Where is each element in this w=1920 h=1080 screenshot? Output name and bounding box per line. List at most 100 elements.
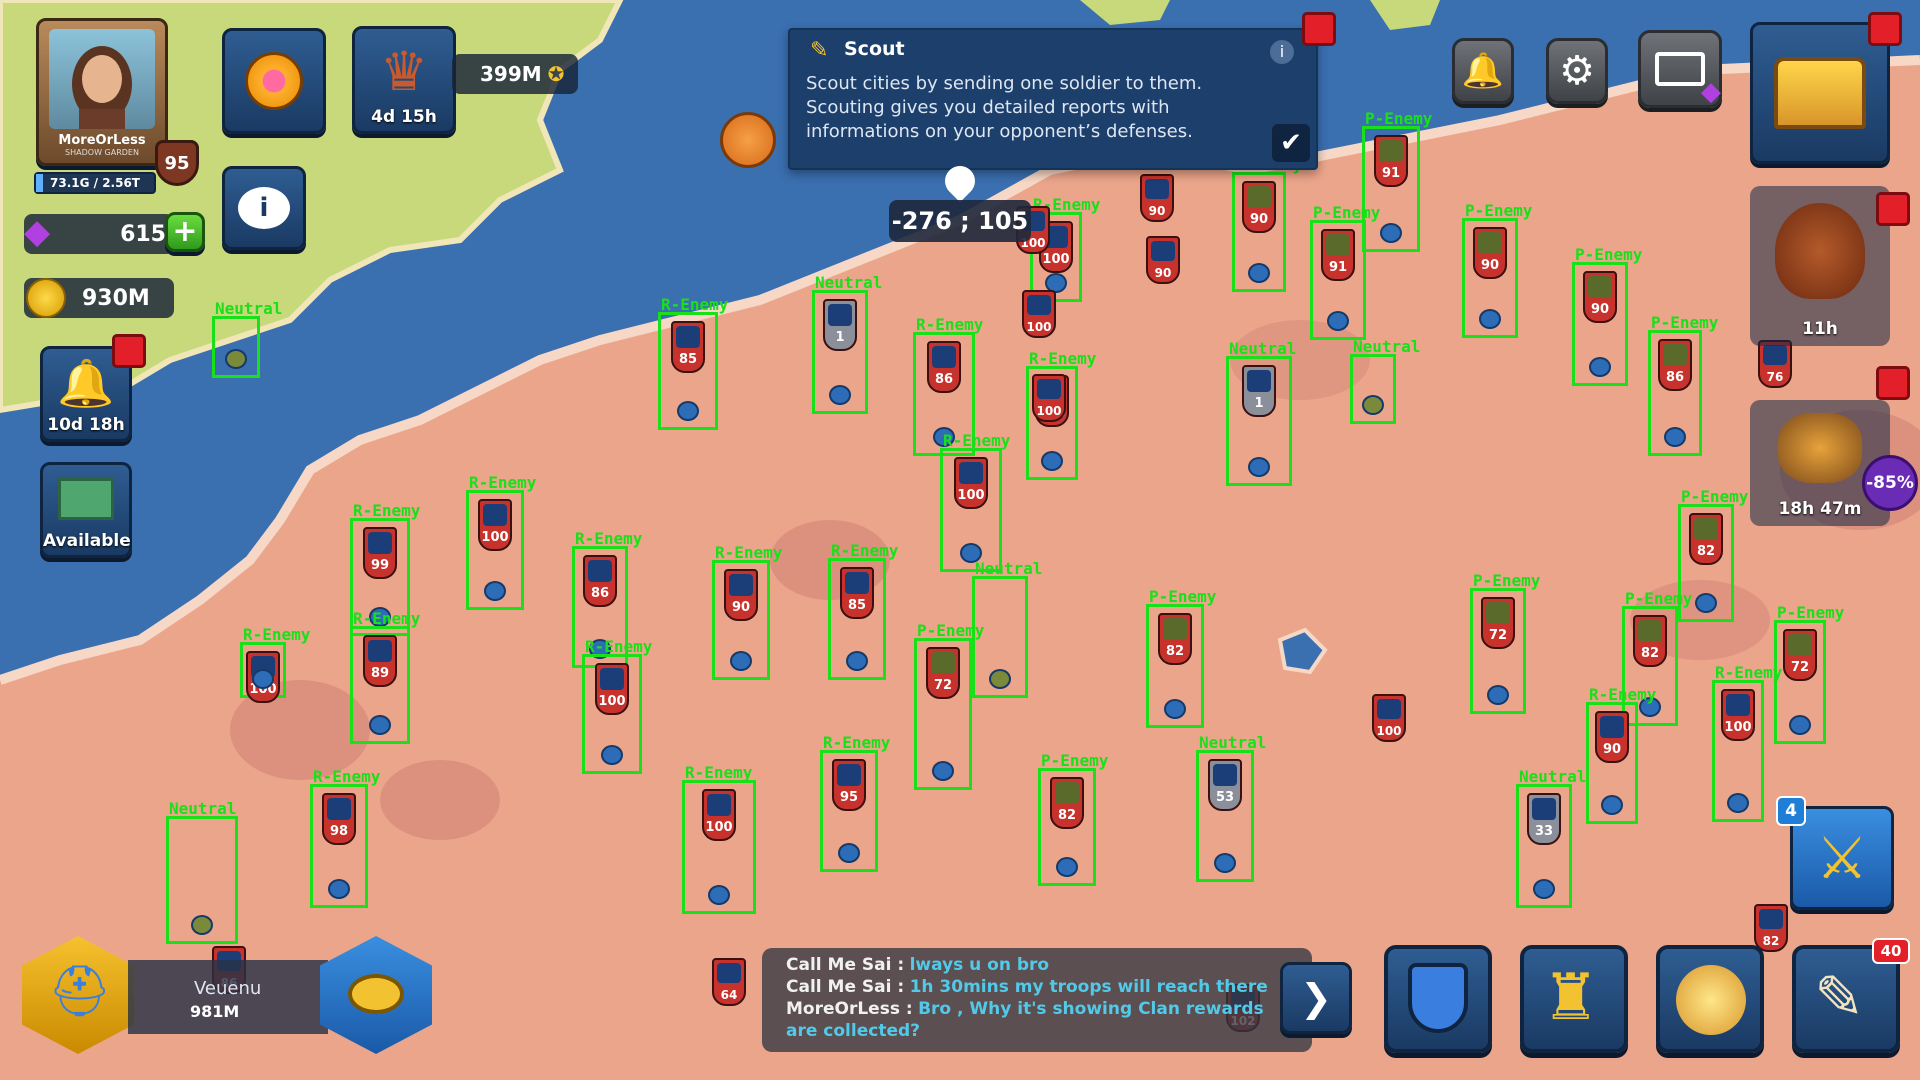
map-unit-box[interactable]: R-Enemy100 bbox=[466, 473, 536, 610]
soldier-icon bbox=[1601, 795, 1623, 815]
city-level: 100 bbox=[1036, 404, 1062, 418]
map-unit-box[interactable]: R-Enemy 98 bbox=[310, 767, 380, 908]
player-avatar-button[interactable]: MoreOrLess SHADOW GARDEN bbox=[36, 18, 168, 166]
map-unit-box[interactable]: R-Enemy 90 bbox=[1586, 685, 1656, 824]
map-unit-box[interactable]: P-Enemy 91 bbox=[1310, 203, 1380, 340]
kingdom-button[interactable]: ♜ bbox=[1520, 945, 1628, 1053]
city-level: 82 bbox=[1696, 544, 1716, 559]
notifications-button[interactable]: 🔔 bbox=[1452, 38, 1514, 104]
map-unit-box[interactable]: P-Enemy 72 bbox=[914, 621, 984, 790]
map-unit-box[interactable]: P-Enemy 82 bbox=[1038, 751, 1108, 886]
city-level: 33 bbox=[1534, 824, 1554, 839]
tooltip-body: Scout cities by sending one soldier to t… bbox=[806, 73, 1203, 142]
tooltip-info-icon[interactable]: i bbox=[1270, 40, 1294, 64]
unit-detection-label: R-Enemy bbox=[1029, 349, 1097, 368]
map-unit-box[interactable]: R-Enemy 89 bbox=[350, 609, 420, 744]
eagle-crest-icon bbox=[1213, 764, 1237, 786]
city-banner[interactable]: 90 bbox=[1146, 236, 1180, 284]
map-unit-box[interactable]: Neutral 1 bbox=[1226, 339, 1296, 486]
helmet-icon: ⛑ bbox=[48, 962, 112, 1020]
achievements-button[interactable] bbox=[222, 28, 326, 134]
map-unit-box[interactable]: R-Enemy100 bbox=[682, 763, 756, 914]
map-unit-box[interactable]: P-Enemy 86 bbox=[1648, 313, 1718, 456]
city-banner: 85 bbox=[671, 321, 705, 373]
city-banner: 95 bbox=[832, 759, 866, 811]
settings-button[interactable]: ⚙ bbox=[1546, 38, 1608, 104]
map-unit-box[interactable]: Neutral 33 bbox=[1516, 767, 1586, 908]
trophy-points: 399M ✪ bbox=[452, 54, 578, 94]
eagle-crest-icon bbox=[1726, 694, 1750, 716]
unit-detection-label: R-Enemy bbox=[916, 315, 984, 334]
soldier-icon bbox=[1695, 593, 1717, 613]
map-unit-box[interactable]: R-Enemy 90 bbox=[712, 543, 782, 680]
map-unit-box[interactable]: Neutral 1 bbox=[812, 273, 882, 414]
city-level: 82 bbox=[1762, 934, 1780, 948]
city-banner: 90 bbox=[1242, 181, 1276, 233]
expand-chat-button[interactable]: ❯ bbox=[1280, 962, 1352, 1034]
map-unit-box[interactable]: Neutral 53 bbox=[1196, 733, 1266, 882]
chicken-event-button[interactable]: 11h bbox=[1750, 186, 1890, 346]
city-banner[interactable]: 100 bbox=[1372, 694, 1406, 742]
map-unit-box[interactable]: R-Enemy100 bbox=[582, 637, 652, 774]
map-unit-box[interactable]: P-Enemy 72 bbox=[1774, 603, 1844, 744]
city-banner: 91 bbox=[1321, 229, 1355, 281]
city-level: 91 bbox=[1381, 166, 1401, 181]
city-level: 100 bbox=[1026, 320, 1052, 334]
map-unit-box[interactable]: R-Enemy100 bbox=[1712, 663, 1782, 822]
eagle-crest-icon bbox=[1379, 140, 1403, 162]
city-banner[interactable]: 100 bbox=[1032, 374, 1066, 422]
pencil-icon: ✎ bbox=[810, 38, 829, 63]
map-unit-box[interactable]: P-Enemy90 bbox=[1572, 245, 1642, 386]
unit-detection-label: P-Enemy bbox=[1651, 313, 1719, 332]
map-icon bbox=[58, 478, 114, 520]
map-unit-box[interactable]: R-Enemy 95 bbox=[820, 733, 890, 872]
city-banner[interactable]: 64 bbox=[712, 958, 746, 1006]
info-button[interactable]: i bbox=[222, 166, 306, 250]
eagle-crest-icon bbox=[1788, 634, 1812, 656]
video-reward-button[interactable]: ◆ bbox=[1638, 30, 1722, 108]
unit-detection-label: P-Enemy bbox=[1473, 571, 1541, 590]
soldier-icon bbox=[1041, 451, 1063, 471]
map-unit-box[interactable]: R-Enemy100 bbox=[240, 625, 310, 703]
map-unit-box[interactable]: R-Enemy 85 bbox=[658, 295, 728, 430]
map-unit-box[interactable]: P-Enemy90 bbox=[1462, 201, 1532, 338]
city-banner[interactable]: 82 bbox=[1754, 904, 1788, 952]
treasure-map-button[interactable]: Available bbox=[40, 462, 132, 558]
map-unit-box[interactable]: R-Enemy100 bbox=[940, 431, 1010, 572]
city-level: 86 bbox=[1665, 370, 1685, 385]
hero-gear-button[interactable] bbox=[1656, 945, 1764, 1053]
city-level: 1 bbox=[835, 330, 845, 345]
map-unit-box[interactable]: Neutral bbox=[1350, 337, 1420, 424]
city-banner: 100 bbox=[702, 789, 736, 841]
unit-detection-label: Neutral bbox=[1519, 767, 1587, 786]
checkmark-button[interactable]: ✔ bbox=[1272, 124, 1310, 162]
unit-detection-label: R-Enemy bbox=[831, 541, 899, 560]
soldier-icon bbox=[1248, 263, 1270, 283]
city-banner: 89 bbox=[363, 635, 397, 687]
city-banner[interactable]: 90 bbox=[1140, 174, 1174, 222]
map-unit-box[interactable]: P-Enemy 91 bbox=[1362, 109, 1432, 252]
trophy-event-button[interactable]: ♛ 4d 15h bbox=[352, 26, 456, 134]
clan-button[interactable] bbox=[1384, 945, 1492, 1053]
add-gems-button[interactable]: + bbox=[165, 212, 205, 252]
eagle-crest-icon bbox=[932, 346, 956, 368]
unit-detection-label: Neutral bbox=[169, 799, 237, 818]
chat-line: Call Me Sai : lways u on bro bbox=[786, 955, 1050, 975]
map-unit-box[interactable]: P-Enemy 82 bbox=[1146, 587, 1216, 728]
map-unit-box[interactable]: Neutral bbox=[212, 299, 282, 378]
map-unit-box[interactable]: Neutral bbox=[166, 799, 238, 944]
chat-panel[interactable]: Call Me Sai : lways u on bro Call Me Sai… bbox=[762, 948, 1312, 1052]
soldier-icon bbox=[1380, 223, 1402, 243]
map-unit-box[interactable]: R-Enemy 85 bbox=[828, 541, 898, 680]
city-level: 98 bbox=[329, 824, 349, 839]
armor-icon bbox=[1676, 965, 1746, 1035]
eagle-crest-icon bbox=[837, 764, 861, 786]
eagle-crest-icon bbox=[368, 640, 392, 662]
city-banner[interactable]: 76 bbox=[1758, 340, 1792, 388]
city-level: 100 bbox=[705, 820, 733, 835]
city-banner: 82 bbox=[1158, 613, 1192, 665]
city-banner: 1 bbox=[1242, 365, 1276, 417]
map-unit-box[interactable]: P-Enemy 72 bbox=[1470, 571, 1540, 714]
map-unit-box[interactable]: P-Enemy90 bbox=[1232, 155, 1302, 292]
city-banner[interactable]: 100 bbox=[1022, 290, 1056, 338]
